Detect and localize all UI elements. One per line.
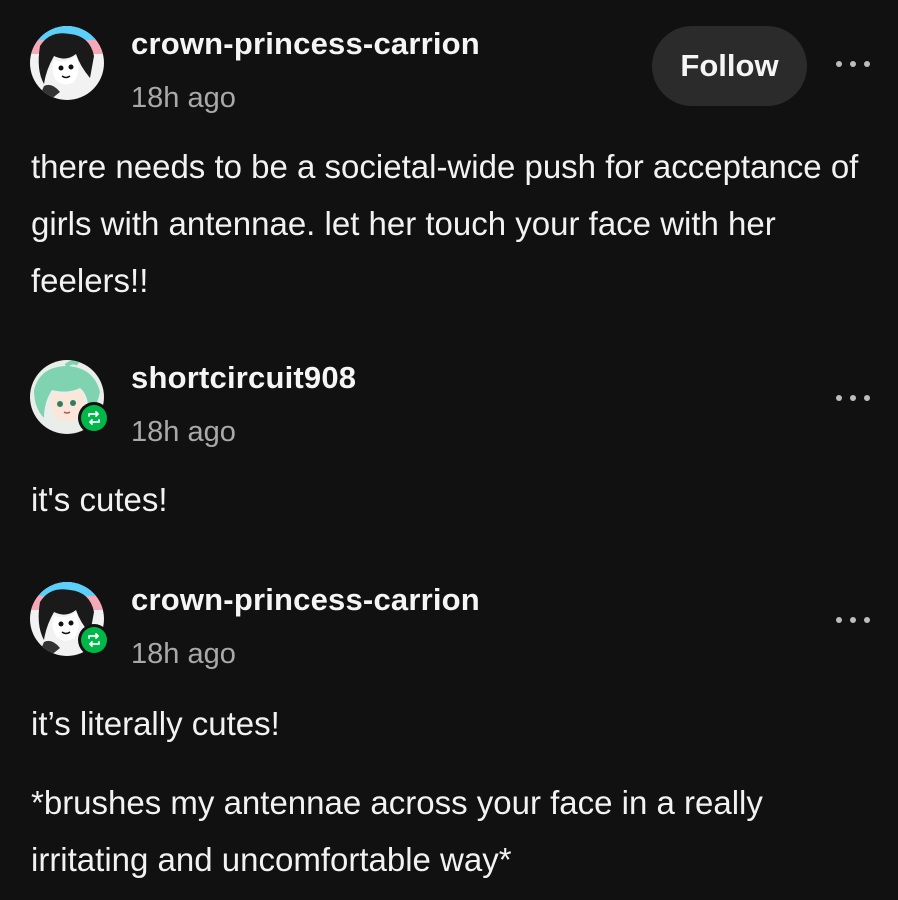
ellipsis-icon [836, 617, 842, 623]
timestamp[interactable]: 18h ago [131, 638, 236, 671]
avatar[interactable] [30, 582, 110, 656]
post-body: *brushes my antennae across your face in… [31, 784, 763, 878]
post-body: it’s literally cutes! [31, 705, 280, 742]
post-reblog: crown-princess-carrion 18h ago it’s lite… [0, 0, 898, 900]
reblog-badge [78, 624, 110, 656]
username[interactable]: crown-princess-carrion [131, 582, 480, 618]
more-options-button[interactable] [836, 610, 870, 630]
reblog-icon [88, 633, 100, 647]
